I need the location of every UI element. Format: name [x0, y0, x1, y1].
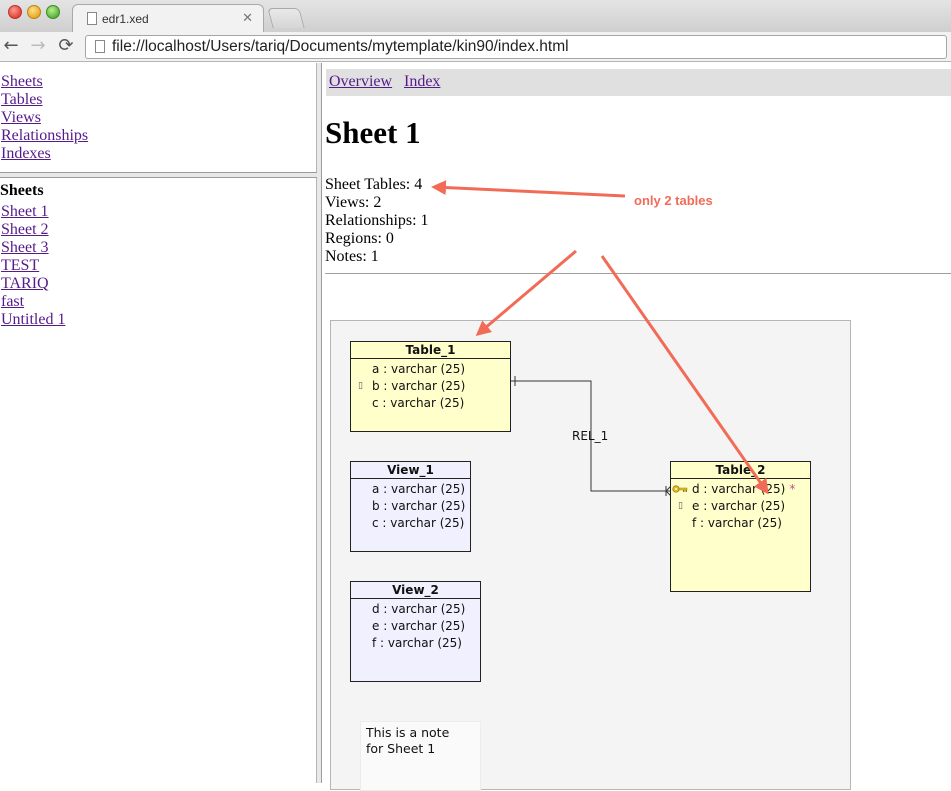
- stat-relationships: Relationships: 1: [325, 212, 429, 229]
- sheet-link-untitled-1[interactable]: Untitled 1: [1, 311, 65, 329]
- column-row: ▯ b : varchar (25): [358, 379, 466, 393]
- window-minimize-button[interactable]: [27, 5, 41, 19]
- stat-sheet-tables: Sheet Tables: 4: [325, 176, 423, 193]
- column-row: c : varchar (25): [372, 396, 465, 410]
- sheet-link-sheet-3[interactable]: Sheet 3: [1, 239, 65, 257]
- view-entity-view-1[interactable]: View_1 a : varchar (25) b : varchar (25)…: [350, 461, 471, 552]
- address-url[interactable]: file://localhost/Users/tariq/Documents/m…: [112, 37, 569, 57]
- forward-arrow-icon[interactable]: →: [27, 34, 49, 58]
- sheet-link-test[interactable]: TEST: [1, 257, 65, 275]
- column-row: ▯ e : varchar (25): [678, 499, 786, 513]
- reload-icon[interactable]: ⟳: [55, 34, 77, 58]
- note-line: for Sheet 1: [366, 741, 436, 756]
- column-row: e : varchar (25): [372, 619, 466, 633]
- index-icon: ▯: [358, 381, 363, 391]
- page-title: Sheet 1: [325, 115, 421, 150]
- page-icon: [95, 40, 105, 53]
- view-title: View_1: [351, 462, 470, 479]
- sheets-link-list: Sheet 1 Sheet 2 Sheet 3 TEST TARIQ fast …: [1, 203, 65, 329]
- stat-notes: Notes: 1: [325, 248, 379, 265]
- nav-link-list: Sheets Tables Views Relationships Indexe…: [1, 73, 88, 163]
- frame-splitter[interactable]: [0, 172, 317, 178]
- frame-splitter-vertical[interactable]: [317, 63, 322, 783]
- page-icon: [87, 12, 97, 25]
- index-icon: ▯: [678, 501, 683, 511]
- browser-tab-strip: edr1.xed ✕: [0, 0, 951, 34]
- tab-close-icon[interactable]: ✕: [242, 10, 253, 26]
- annotation-label: only 2 tables: [634, 193, 713, 208]
- address-bar[interactable]: file://localhost/Users/tariq/Documents/m…: [85, 35, 947, 59]
- column-row: a : varchar (25): [372, 482, 466, 496]
- table-title: Table_2: [671, 462, 810, 479]
- index-link[interactable]: Index: [404, 73, 440, 91]
- left-frame: Sheets Tables Views Relationships Indexe…: [0, 63, 317, 783]
- nav-link-tables[interactable]: Tables: [1, 91, 88, 109]
- browser-toolbar: ← → ⟳ file://localhost/Users/tariq/Docum…: [0, 32, 951, 62]
- sheet-link-tariq[interactable]: TARIQ: [1, 275, 65, 293]
- top-nav-bar: Overview Index: [326, 69, 951, 96]
- sheet-link-fast[interactable]: fast: [1, 293, 65, 311]
- sheet-link-sheet-2[interactable]: Sheet 2: [1, 221, 65, 239]
- column-row: d : varchar (25): [372, 602, 466, 616]
- nav-link-sheets[interactable]: Sheets: [1, 73, 88, 91]
- overview-link[interactable]: Overview: [329, 73, 392, 91]
- tab-title: edr1.xed: [102, 12, 149, 26]
- back-arrow-icon[interactable]: ←: [0, 34, 22, 58]
- main-frame: Overview Index Sheet 1 Sheet Tables: 4 V…: [323, 63, 951, 791]
- table-title: Table_1: [351, 342, 510, 359]
- primary-key-icon: [672, 485, 688, 493]
- view-title: View_2: [351, 582, 480, 599]
- stat-regions: Regions: 0: [325, 230, 394, 247]
- window-zoom-button[interactable]: [46, 5, 60, 19]
- column-row: f : varchar (25): [692, 516, 782, 530]
- sheets-heading: Sheets: [0, 182, 44, 199]
- new-tab-button[interactable]: [267, 8, 305, 28]
- sheet-stats: Sheet Tables: 4 Views: 2 Relationships: …: [325, 176, 429, 266]
- browser-tab[interactable]: edr1.xed ✕: [72, 4, 264, 34]
- sheet-link-sheet-1[interactable]: Sheet 1: [1, 203, 65, 221]
- table-entity-table-2[interactable]: Table_2 d : varchar (25) * ▯ e : varchar …: [670, 461, 811, 592]
- stat-views: Views: 2: [325, 194, 382, 211]
- horizontal-rule: [325, 273, 951, 274]
- table-entity-table-1[interactable]: Table_1 a : varchar (25) ▯ b : varchar (…: [350, 341, 511, 432]
- column-row: c : varchar (25): [372, 516, 465, 530]
- note-box[interactable]: This is a note for Sheet 1: [360, 721, 481, 791]
- column-row: b : varchar (25): [372, 499, 466, 513]
- column-row: d : varchar (25) *: [671, 481, 810, 498]
- nav-link-relationships[interactable]: Relationships: [1, 127, 88, 145]
- note-line: This is a note: [366, 725, 450, 740]
- column-row: f : varchar (25): [372, 636, 462, 650]
- window-close-button[interactable]: [8, 5, 22, 19]
- column-row: a : varchar (25): [372, 362, 466, 376]
- nav-link-indexes[interactable]: Indexes: [1, 145, 88, 163]
- view-entity-view-2[interactable]: View_2 d : varchar (25) e : varchar (25)…: [350, 581, 481, 682]
- diagram-canvas: REL_1 Table_1 a : varchar (25) ▯ b : var…: [330, 320, 851, 791]
- nav-link-views[interactable]: Views: [1, 109, 88, 127]
- relationship-label: REL_1: [572, 429, 609, 443]
- required-marker: *: [789, 482, 796, 496]
